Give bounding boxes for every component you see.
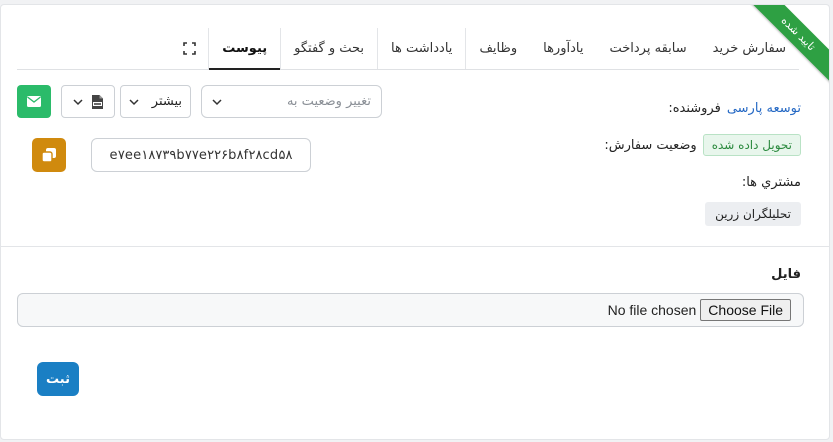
chevron-down-icon [73,98,83,105]
customer-chip: تحلیلگران زرین [705,202,801,226]
pdf-icon [92,94,104,109]
chevron-down-icon [129,98,139,105]
expand-icon [183,42,197,55]
tab-payment-history[interactable]: سابقه پرداخت [596,28,699,69]
file-label: فایل [771,267,801,282]
copy-icon [41,148,56,163]
customers-row: مشتري ها: [742,175,801,190]
order-status-row: وضعیت سفارش: تحویل داده شده [604,134,801,156]
seller-link[interactable]: توسعه پارسی [727,101,801,116]
tab-reminders[interactable]: یادآورها [530,28,596,69]
order-code: e۷ee۱۸۷۳۹b۷۷e۲۲۶b۸f۲۸cd۵۸ [109,147,293,163]
change-status-select[interactable]: تغییر وضعیت به [201,85,382,118]
tab-purchase-order[interactable]: سفارش خرید [700,28,799,69]
customers-label: مشتري ها: [741,175,801,190]
order-card: تایید شده سفارش خرید سابقه پرداخت یادآور… [0,4,830,440]
change-status-placeholder: تغییر وضعیت به [286,94,371,109]
send-email-button[interactable] [17,85,51,118]
tab-notes[interactable]: یادداشت ها [377,28,467,69]
more-label: بیشتر [151,94,182,109]
order-status-label: وضعیت سفارش: [604,137,697,153]
tab-tasks[interactable]: وظایف [466,28,530,69]
file-input[interactable]: Choose File No file chosen [17,293,804,327]
section-divider [1,246,829,247]
copy-button[interactable] [32,138,66,172]
no-file-text: No file chosen [607,302,697,318]
tab-discussion[interactable]: بحث و گفتگو [281,28,377,69]
seller-label: فروشنده: [668,101,721,116]
order-code-field: e۷ee۱۸۷۳۹b۷۷e۲۲۶b۸f۲۸cd۵۸ [91,138,311,172]
submit-button[interactable]: ثبت [37,362,79,396]
envelope-icon [27,96,41,107]
seller-row: فروشنده: توسعه پارسی [668,101,801,116]
tab-bar: سفارش خرید سابقه پرداخت یادآورها وظایف ی… [17,28,799,70]
more-dropdown-button[interactable]: بیشتر [120,85,191,118]
expand-button[interactable] [171,28,208,69]
chevron-down-icon [212,98,222,105]
choose-file-button[interactable]: Choose File [700,299,791,321]
tab-attachment[interactable]: پیوست [208,28,282,70]
pdf-dropdown-button[interactable] [61,85,115,118]
status-badge: تحویل داده شده [702,134,801,156]
